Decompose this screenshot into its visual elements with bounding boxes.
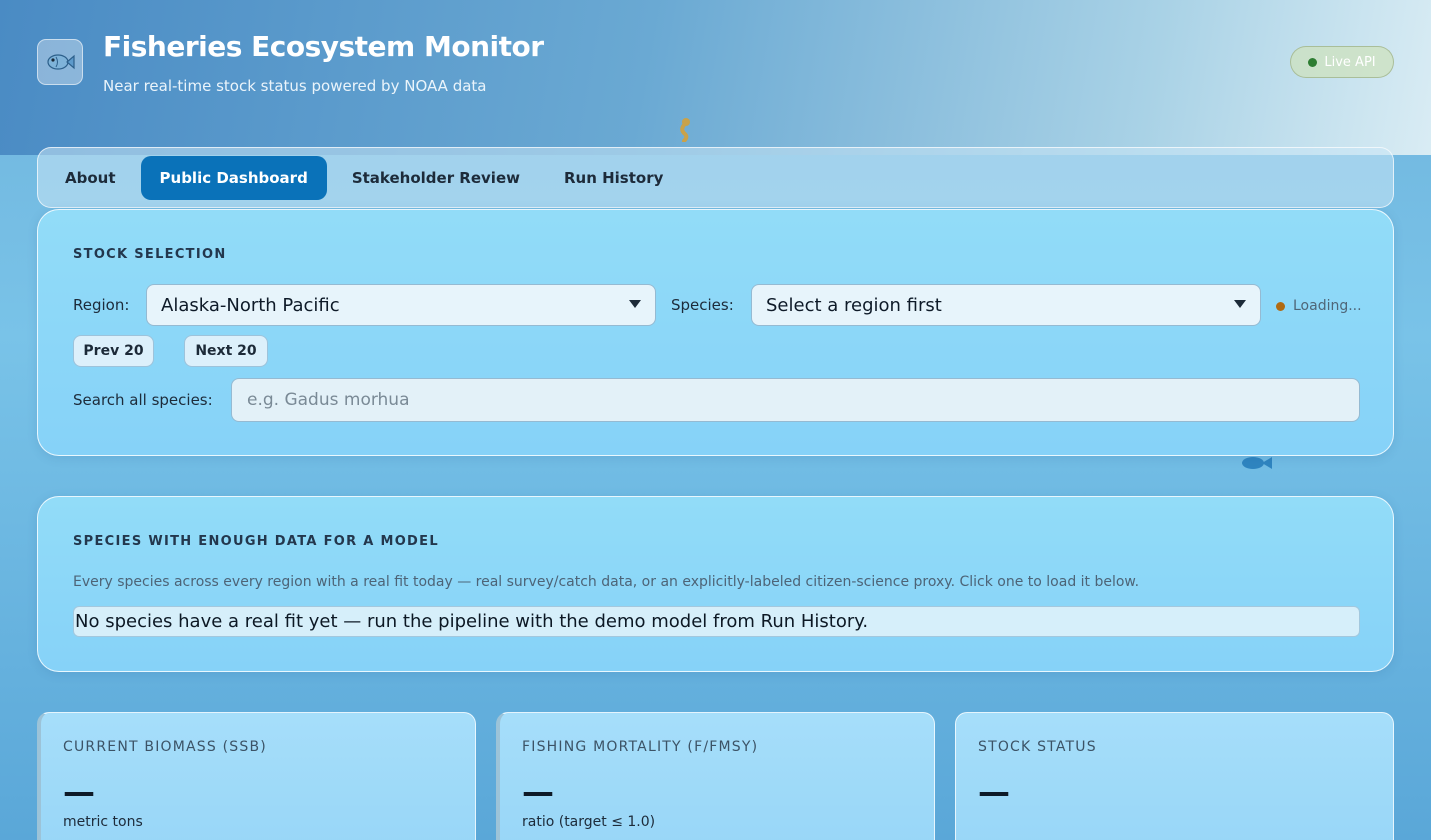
species-select-value: Select a region first (766, 294, 942, 316)
metric-unit: metric tons (63, 814, 143, 830)
metric-label: CURRENT BIOMASS (SSB) (63, 739, 267, 755)
search-species-label: Search all species: (73, 391, 213, 409)
region-select-value: Alaska-North Pacific (161, 294, 340, 316)
metric-label: STOCK STATUS (978, 739, 1097, 755)
region-select[interactable]: Alaska-North Pacific (146, 284, 656, 326)
main-tabs: About Public Dashboard Stakeholder Revie… (37, 147, 1394, 208)
metric-value: — (63, 773, 95, 811)
live-api-badge: Live API (1290, 46, 1394, 78)
loading-text: Loading... (1293, 298, 1362, 314)
model-species-empty-state: No species have a real fit yet — run the… (73, 606, 1360, 637)
metric-label: FISHING MORTALITY (F/FMSY) (522, 739, 759, 755)
empty-state-message: No species have a real fit yet — run the… (75, 611, 869, 632)
search-species-input[interactable] (231, 378, 1360, 422)
loading-dot-icon (1276, 301, 1285, 311)
species-label: Species: (671, 296, 734, 314)
species-select[interactable]: Select a region first (751, 284, 1261, 326)
live-api-label: Live API (1324, 54, 1376, 70)
app-logo (37, 39, 83, 85)
metric-card-stock-status: STOCK STATUS — (955, 712, 1394, 840)
swimming-fish-icon (1242, 457, 1272, 469)
seahorse-icon (680, 118, 690, 142)
model-species-description: Every species across every region with a… (73, 574, 1140, 590)
metric-unit: ratio (target ≤ 1.0) (522, 814, 656, 830)
prev-20-button[interactable]: Prev 20 (73, 335, 154, 367)
region-label: Region: (73, 296, 130, 314)
tab-about[interactable]: About (46, 156, 135, 200)
next-20-button[interactable]: Next 20 (184, 335, 268, 367)
stock-selection-card: STOCK SELECTION Region: Alaska-North Pac… (37, 209, 1394, 456)
stock-selection-heading: STOCK SELECTION (73, 247, 227, 262)
app-subtitle: Near real-time stock status powered by N… (103, 77, 487, 95)
metric-value: — (522, 773, 554, 811)
metric-card-biomass: CURRENT BIOMASS (SSB) — metric tons (37, 712, 476, 840)
loading-indicator: Loading... (1276, 298, 1362, 314)
chevron-down-icon (629, 300, 641, 308)
metric-value: — (978, 773, 1010, 811)
metric-card-fishing-mortality: FISHING MORTALITY (F/FMSY) — ratio (targ… (496, 712, 935, 840)
tab-run-history[interactable]: Run History (545, 156, 682, 200)
model-species-card: SPECIES WITH ENOUGH DATA FOR A MODEL Eve… (37, 496, 1394, 672)
tab-stakeholder-review[interactable]: Stakeholder Review (333, 156, 539, 200)
chevron-down-icon (1234, 300, 1246, 308)
tab-public-dashboard[interactable]: Public Dashboard (140, 155, 327, 200)
app-title: Fisheries Ecosystem Monitor (103, 30, 544, 63)
status-dot-icon (1308, 57, 1318, 67)
model-species-heading: SPECIES WITH ENOUGH DATA FOR A MODEL (73, 534, 439, 549)
fish-icon (47, 54, 75, 70)
